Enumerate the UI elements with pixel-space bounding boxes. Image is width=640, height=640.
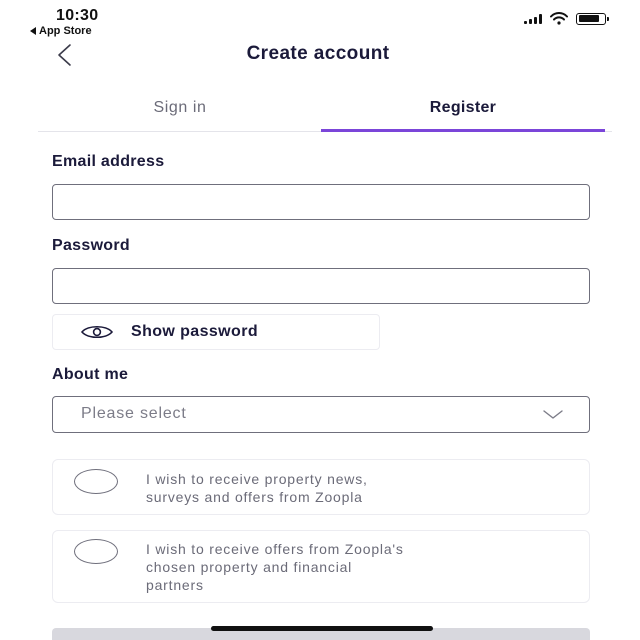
consent-property-news[interactable]: I wish to receive property news, surveys…: [52, 459, 590, 515]
phone-screen: 10:30 App Store Create account Sign in R…: [30, 0, 612, 640]
page: 10:30 App Store Create account Sign in R…: [0, 0, 640, 640]
page-title: Create account: [246, 43, 390, 64]
battery-icon: [576, 12, 609, 25]
signal-icon: [524, 13, 542, 24]
wifi-icon: [550, 12, 568, 25]
consent-partner-offers[interactable]: I wish to receive offers from Zoopla's c…: [52, 530, 590, 603]
show-password-button[interactable]: Show password: [52, 314, 380, 350]
show-password-label: Show password: [131, 323, 258, 340]
back-to-app-label: App Store: [39, 25, 92, 37]
consent-property-news-radio[interactable]: [74, 469, 118, 494]
password-label: Password: [52, 237, 130, 254]
about-me-placeholder: Please select: [81, 405, 187, 422]
about-me-select[interactable]: Please select: [52, 396, 590, 433]
status-indicators: [524, 12, 609, 25]
home-indicator[interactable]: [211, 626, 433, 631]
email-field[interactable]: [52, 184, 590, 220]
tab-register[interactable]: Register: [321, 95, 605, 132]
email-label: Email address: [52, 153, 165, 170]
status-time: 10:30: [56, 7, 99, 24]
back-to-app-store[interactable]: App Store: [30, 25, 92, 37]
consent-partner-offers-radio[interactable]: [74, 539, 118, 564]
consent-partner-offers-text: I wish to receive offers from Zoopla's c…: [146, 541, 404, 593]
auth-tabs: Sign in Register: [38, 95, 612, 132]
password-field[interactable]: [52, 268, 590, 304]
chevron-down-icon: [543, 410, 563, 419]
about-me-label: About me: [52, 366, 129, 383]
tab-sign-in[interactable]: Sign in: [38, 95, 322, 131]
consent-property-news-text: I wish to receive property news, surveys…: [146, 471, 368, 505]
eye-icon: [80, 325, 114, 339]
back-triangle-icon: [30, 27, 36, 35]
